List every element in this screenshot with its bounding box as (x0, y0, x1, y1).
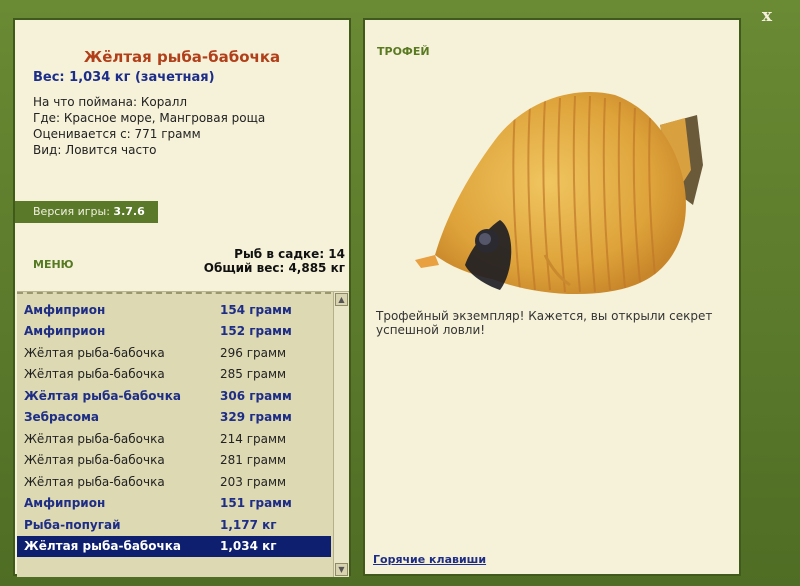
trophy-message: Трофейный экземпляр! Кажется, вы открыли… (376, 309, 713, 337)
catch-weight: 1,177 кг (220, 517, 277, 532)
catch-name: Жёлтая рыба-бабочка (24, 367, 165, 382)
list-item[interactable]: Жёлтая рыба-бабочка 296 грамм (17, 342, 331, 364)
game-version: Версия игры: 3.7.6 (15, 201, 158, 223)
catch-info-panel: Жёлтая рыба-бабочка Вес: 1,034 кг (зачет… (13, 18, 351, 577)
catch-name: Рыба-попугай (24, 517, 121, 532)
catch-weight: 214 грамм (220, 431, 287, 446)
catch-name: Амфиприон (24, 496, 106, 511)
list-divider (17, 292, 331, 294)
catch-list: Амфиприон 154 грамм Амфиприон 152 грамм Жёлт… (17, 291, 349, 577)
fish-kind: Вид: Ловится часто (33, 143, 157, 157)
catch-name: Амфиприон (24, 302, 106, 317)
fish-image (415, 92, 703, 295)
catch-weight: 203 грамм (220, 474, 287, 489)
catch-weight: 296 грамм (220, 345, 287, 360)
scroll-up-icon[interactable]: ▲ (335, 293, 348, 306)
list-item[interactable]: Жёлтая рыба-бабочка 1,034 кг (17, 535, 331, 557)
fish-details: На что поймана: Коралл Где: Красное море… (33, 94, 265, 158)
scrollbar[interactable]: ▲ ▼ (333, 292, 349, 577)
list-item[interactable]: Амфиприон 151 грамм (17, 493, 331, 515)
catch-name: Жёлтая рыба-бабочка (24, 388, 182, 403)
catch-weight: 152 грамм (220, 324, 292, 339)
catch-weight: 281 грамм (220, 453, 287, 468)
trophy-label: ТРОФЕЙ (377, 45, 430, 58)
catch-name: Жёлтая рыба-бабочка (24, 345, 165, 360)
version-value: 3.7.6 (113, 205, 145, 218)
list-item[interactable]: Жёлтая рыба-бабочка 214 грамм (17, 428, 331, 450)
catch-weight: 329 грамм (220, 410, 292, 425)
keepnet-weight: Общий вес: 4,885 кг (203, 261, 345, 275)
catch-name: Жёлтая рыба-бабочка (24, 431, 165, 446)
list-item[interactable]: Жёлтая рыба-бабочка 281 грамм (17, 450, 331, 472)
list-item[interactable]: Жёлтая рыба-бабочка 306 грамм (17, 385, 331, 407)
catch-weight: 306 грамм (220, 388, 292, 403)
version-label: Версия игры: (33, 205, 110, 218)
list-item[interactable]: Жёлтая рыба-бабочка 285 грамм (17, 364, 331, 386)
close-icon[interactable]: x (762, 6, 772, 26)
list-item[interactable]: Рыба-попугай 1,177 кг (17, 514, 331, 536)
list-item[interactable]: Амфиприон 152 грамм (17, 321, 331, 343)
catch-name: Жёлтая рыба-бабочка (24, 474, 165, 489)
fish-weight: Вес: 1,034 кг (зачетная) (33, 70, 215, 85)
catch-name: Амфиприон (24, 324, 106, 339)
catch-list-items: Амфиприон 154 грамм Амфиприон 152 грамм Жёлт… (17, 299, 331, 557)
keepnet-count: Рыб в садке: 14 (234, 247, 345, 261)
keepnet-stats: Рыб в садке: 14 Общий вес: 4,885 кг (204, 247, 345, 275)
catch-weight: 151 грамм (220, 496, 292, 511)
catch-weight: 285 грамм (220, 367, 287, 382)
hotkeys-link[interactable]: Горячие клавиши (373, 553, 486, 566)
list-item[interactable]: Зебрасома 329 грамм (17, 407, 331, 429)
scroll-down-icon[interactable]: ▼ (335, 563, 348, 576)
fish-place: Где: Красное море, Мангровая роща (33, 111, 266, 125)
catch-weight: 1,034 кг (220, 539, 277, 554)
fish-bait: На что поймана: Коралл (33, 95, 188, 109)
fish-name: Жёлтая рыба-бабочка (83, 48, 281, 66)
fish-value: Оценивается с: 771 грамм (33, 127, 201, 141)
catch-name: Жёлтая рыба-бабочка (24, 453, 165, 468)
trophy-panel: ТРОФЕЙ Трофейный экземпляр! Кажется, вы … (363, 18, 741, 576)
menu-button[interactable]: МЕНЮ (33, 258, 74, 271)
game-window: x Жёлтая рыба-бабочка Вес: 1,034 кг (зач… (0, 0, 800, 586)
catch-name: Жёлтая рыба-бабочка (24, 539, 182, 554)
list-item[interactable]: Амфиприон 154 грамм (17, 299, 331, 321)
catch-name: Зебрасома (24, 410, 99, 425)
list-item[interactable]: Жёлтая рыба-бабочка 203 грамм (17, 471, 331, 493)
catch-weight: 154 грамм (220, 302, 292, 317)
